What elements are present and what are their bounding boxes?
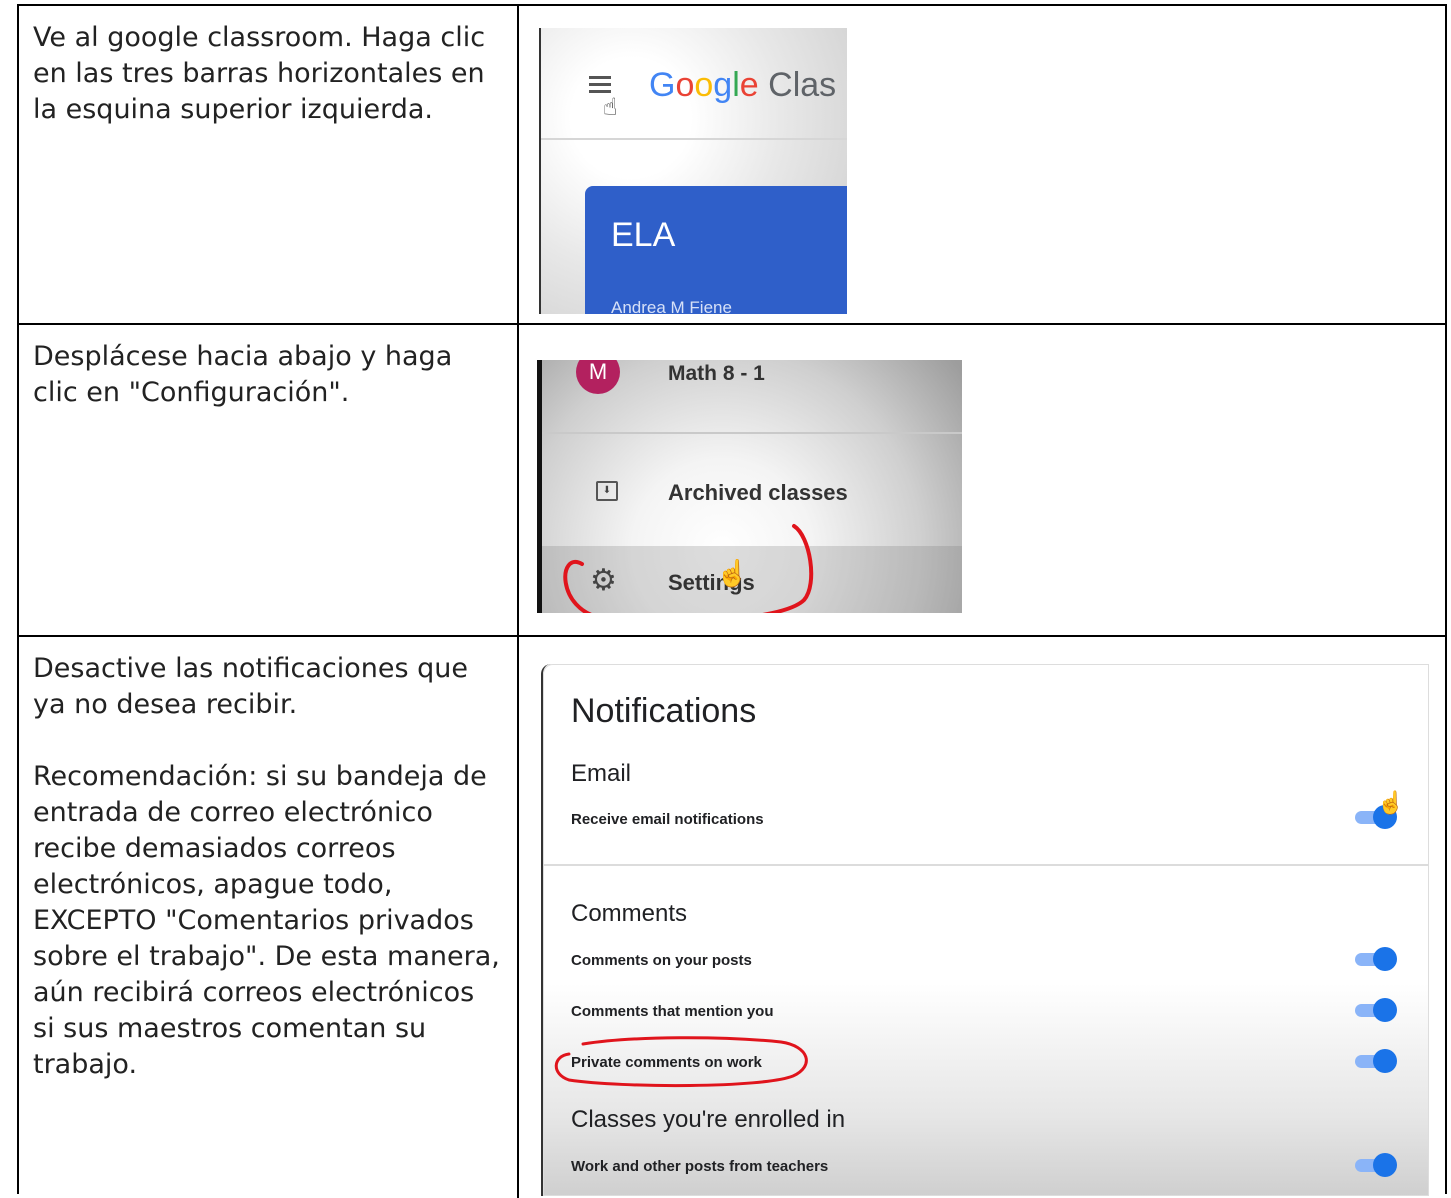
step-2-instruction: Desplácese hacia abajo y haga clic en "C… xyxy=(33,341,453,408)
notifications-settings-screenshot: Notifications Email Receive email notifi… xyxy=(541,664,1429,1196)
step-row-3: Desactive las notificaciones que ya no d… xyxy=(19,635,1445,1198)
logo-suffix: Clas xyxy=(768,66,837,104)
pointer-hand-icon: ☝ xyxy=(603,93,618,121)
step-2-image-cell: M Math 8 - 1 ⬇ Archived classes ⚙ Settin… xyxy=(519,325,1445,635)
step-row-1: Ve al google classroom. Haga clic en las… xyxy=(19,6,1445,323)
step-1-text-cell: Ve al google classroom. Haga clic en las… xyxy=(19,6,519,323)
class-card[interactable]: ELA Andrea M Fiene xyxy=(585,186,847,314)
step-3-image-cell: Notifications Email Receive email notifi… xyxy=(519,637,1445,1198)
step-3-instruction: Desactive las notificaciones que ya no d… xyxy=(33,653,469,720)
google-classroom-logo: Google Clas xyxy=(649,66,837,104)
step-3-text-cell: Desactive las notificaciones que ya no d… xyxy=(19,637,519,1198)
instruction-table: Ve al google classroom. Haga clic en las… xyxy=(17,4,1447,1198)
step-1-instruction: Ve al google classroom. Haga clic en las… xyxy=(33,22,486,125)
classroom-header-screenshot: ☝ Google Clas ELA Andrea M Fiene xyxy=(539,28,847,314)
class-name: ELA xyxy=(611,216,676,254)
step-row-2: Desplácese hacia abajo y haga clic en "C… xyxy=(19,323,1445,635)
header-divider xyxy=(541,138,847,140)
classroom-menu-screenshot: M Math 8 - 1 ⬇ Archived classes ⚙ Settin… xyxy=(537,360,962,613)
step-1-image-cell: ☝ Google Clas ELA Andrea M Fiene xyxy=(519,6,1445,323)
red-circle-annotation xyxy=(554,1036,808,1088)
class-teacher: Andrea M Fiene xyxy=(611,298,732,314)
step-2-text-cell: Desplácese hacia abajo y haga clic en "C… xyxy=(19,325,519,635)
red-circle-annotation xyxy=(563,524,814,613)
step-3-recommendation: Recomendación: si su bandeja de entrada … xyxy=(33,761,500,1080)
